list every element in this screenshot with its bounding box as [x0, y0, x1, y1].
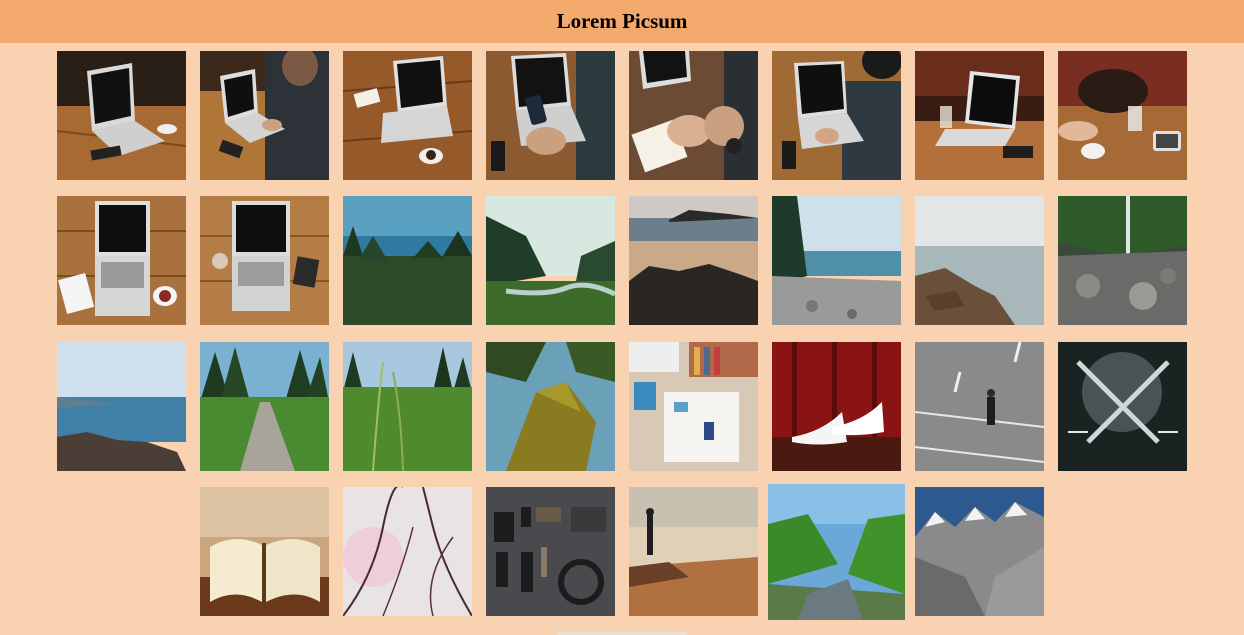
photo-valley-stream[interactable] [486, 196, 615, 325]
photo-blossom-branches[interactable] [343, 487, 472, 616]
photo-forest-lake[interactable] [343, 196, 472, 325]
photo-green-canyon[interactable] [768, 484, 905, 620]
photo-laptop-typing-1[interactable] [200, 51, 329, 180]
photo-laptop-topdown-2[interactable] [200, 196, 329, 325]
photo-tall-grass[interactable] [343, 342, 472, 471]
photo-waterfall-ravine[interactable] [1058, 196, 1187, 325]
photo-laptop-phone[interactable] [486, 51, 615, 180]
photo-gallery [0, 0, 1244, 635]
photo-laptop-typing-2[interactable] [772, 51, 901, 180]
photo-bag-table[interactable] [1058, 51, 1187, 180]
photo-laptop-desk-2[interactable] [343, 51, 472, 180]
photo-man-road[interactable] [915, 342, 1044, 471]
photo-forks-dark[interactable] [1058, 342, 1187, 471]
photo-snow-mountains[interactable] [915, 487, 1044, 616]
photo-pebble-beach[interactable] [772, 196, 901, 325]
photo-laptop-cafe[interactable] [915, 51, 1044, 180]
photo-forest-path[interactable] [200, 342, 329, 471]
photo-open-book[interactable] [200, 487, 329, 616]
photo-coast-rocks[interactable] [57, 342, 186, 471]
photo-beach-rocks[interactable] [629, 196, 758, 325]
photo-mossy-tree[interactable] [486, 342, 615, 471]
photo-laptop-topdown-1[interactable] [57, 196, 186, 325]
photo-rocky-shore[interactable] [915, 196, 1044, 325]
photo-notebook-watch[interactable] [629, 51, 758, 180]
photo-desk-flatlay[interactable] [629, 342, 758, 471]
photo-laptop-desk-1[interactable] [57, 51, 186, 180]
photo-person-sunset[interactable] [629, 487, 758, 616]
photo-gadgets-flatlay[interactable] [486, 487, 615, 616]
photo-white-heels[interactable] [772, 342, 901, 471]
